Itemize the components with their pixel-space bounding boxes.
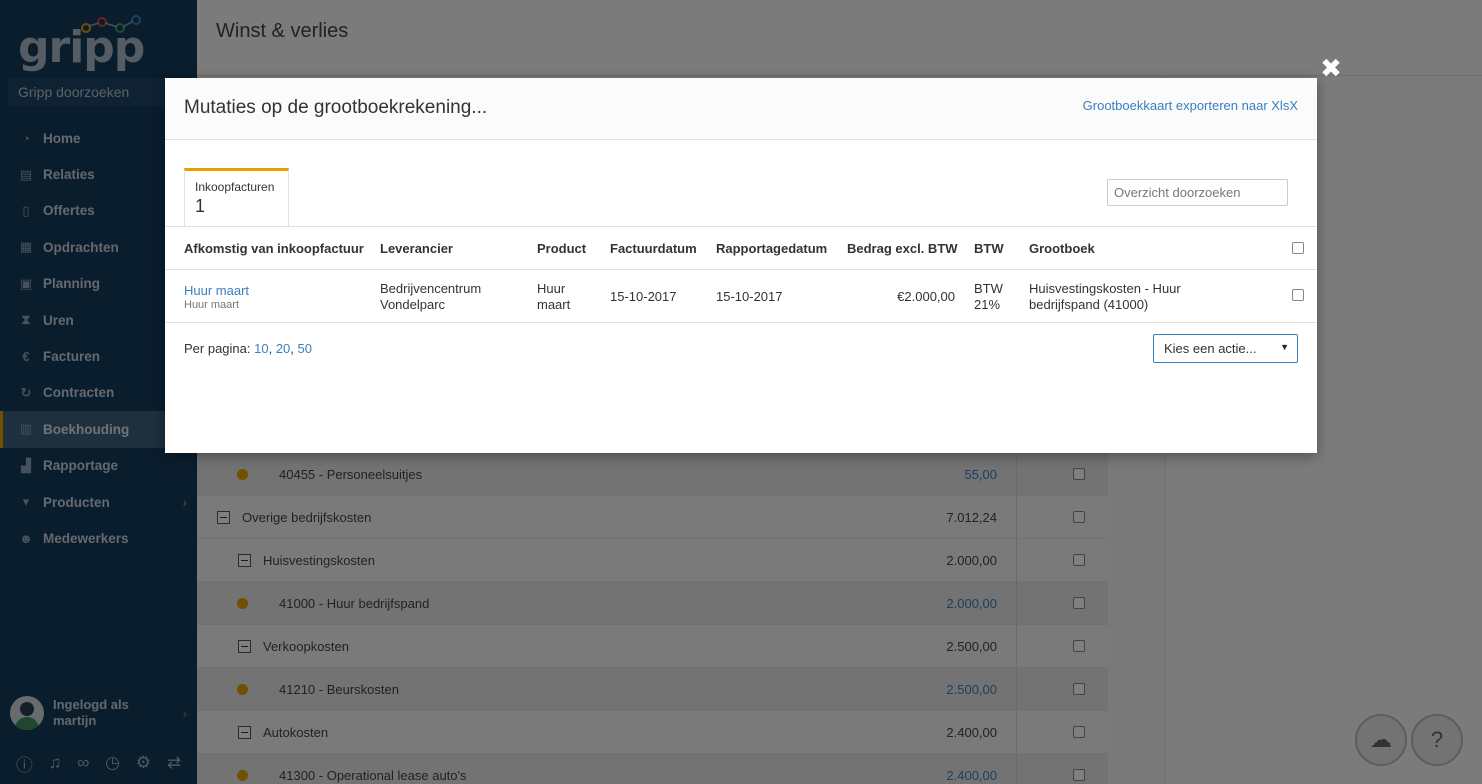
supplier-cell: Bedrijvencentrum Vondelparc [380, 281, 481, 313]
column-header[interactable]: Bedrag excl. BTW [847, 241, 958, 256]
invoice-date-cell: 15-10-2017 [610, 289, 677, 304]
supplier-line1: Bedrijvencentrum [380, 281, 482, 296]
column-header[interactable]: Product [537, 241, 586, 256]
tab-inkoopfacturen[interactable]: Inkoopfacturen 1 [184, 168, 289, 226]
row-checkbox[interactable] [1292, 289, 1304, 301]
table-row: Huur maart Huur maart Bedrijvencentrum V… [165, 270, 1317, 323]
modal-header: Mutaties op de grootboekrekening... Groo… [165, 78, 1317, 140]
ledger-line2: bedrijfspand (41000) [1029, 297, 1149, 312]
column-header[interactable]: Leverancier [380, 241, 453, 256]
product-line1: Huur [537, 281, 566, 296]
vat-cell: BTW 21% [974, 281, 1003, 313]
product-cell: Huur maart [537, 281, 570, 313]
invoice-link[interactable]: Huur maart [184, 283, 249, 298]
invoice-cell: Huur maart Huur maart [184, 283, 249, 311]
pagination: Per pagina: 10, 20, 50 [184, 341, 312, 356]
column-header[interactable]: Afkomstig van inkoopfactuur [184, 241, 364, 256]
ledger-mutations-modal: Mutaties op de grootboekrekening... Groo… [165, 78, 1317, 453]
ledger-line1: Huisvestingskosten - Huur [1029, 281, 1181, 296]
select-all-checkbox[interactable] [1292, 242, 1304, 254]
close-icon[interactable]: ✖ [1319, 55, 1343, 81]
page-size-10[interactable]: 10 [254, 341, 268, 356]
pager-label: Per pagina: [184, 341, 251, 356]
page-size-50[interactable]: 50 [298, 341, 312, 356]
amount-cell: €2.000,00 [897, 289, 955, 304]
column-header[interactable]: Factuurdatum [610, 241, 697, 256]
invoice-subtitle: Huur maart [184, 299, 240, 311]
report-date-cell: 15-10-2017 [716, 289, 783, 304]
action-select-value: Kies een actie... [1164, 341, 1257, 356]
product-line2: maart [537, 297, 571, 312]
column-header[interactable]: BTW [974, 241, 1004, 256]
ledger-cell: Huisvestingskosten - Huur bedrijfspand (… [1029, 281, 1181, 313]
caret-down-icon: ▼ [1280, 342, 1289, 352]
action-select[interactable]: Kies een actie... ▼ [1153, 334, 1298, 363]
tab-count: 1 [195, 196, 206, 216]
supplier-line2: Vondelparc [380, 297, 446, 312]
vat-line2: 21% [974, 297, 1001, 312]
page-size-20[interactable]: 20 [276, 341, 290, 356]
tab-label: Inkoopfacturen [195, 180, 275, 194]
vat-line1: BTW [974, 281, 1003, 296]
mutations-table: Afkomstig van inkoopfactuur Leverancier … [165, 226, 1317, 323]
column-header[interactable]: Rapportagedatum [716, 241, 827, 256]
column-header[interactable]: Grootboek [1029, 241, 1095, 256]
overview-search-input[interactable] [1107, 179, 1288, 206]
export-xlsx-link[interactable]: Grootboekkaart exporteren naar XlsX [1083, 98, 1298, 113]
modal-title: Mutaties op de grootboekrekening... [184, 97, 488, 118]
table-header: Afkomstig van inkoopfactuur Leverancier … [165, 226, 1317, 270]
